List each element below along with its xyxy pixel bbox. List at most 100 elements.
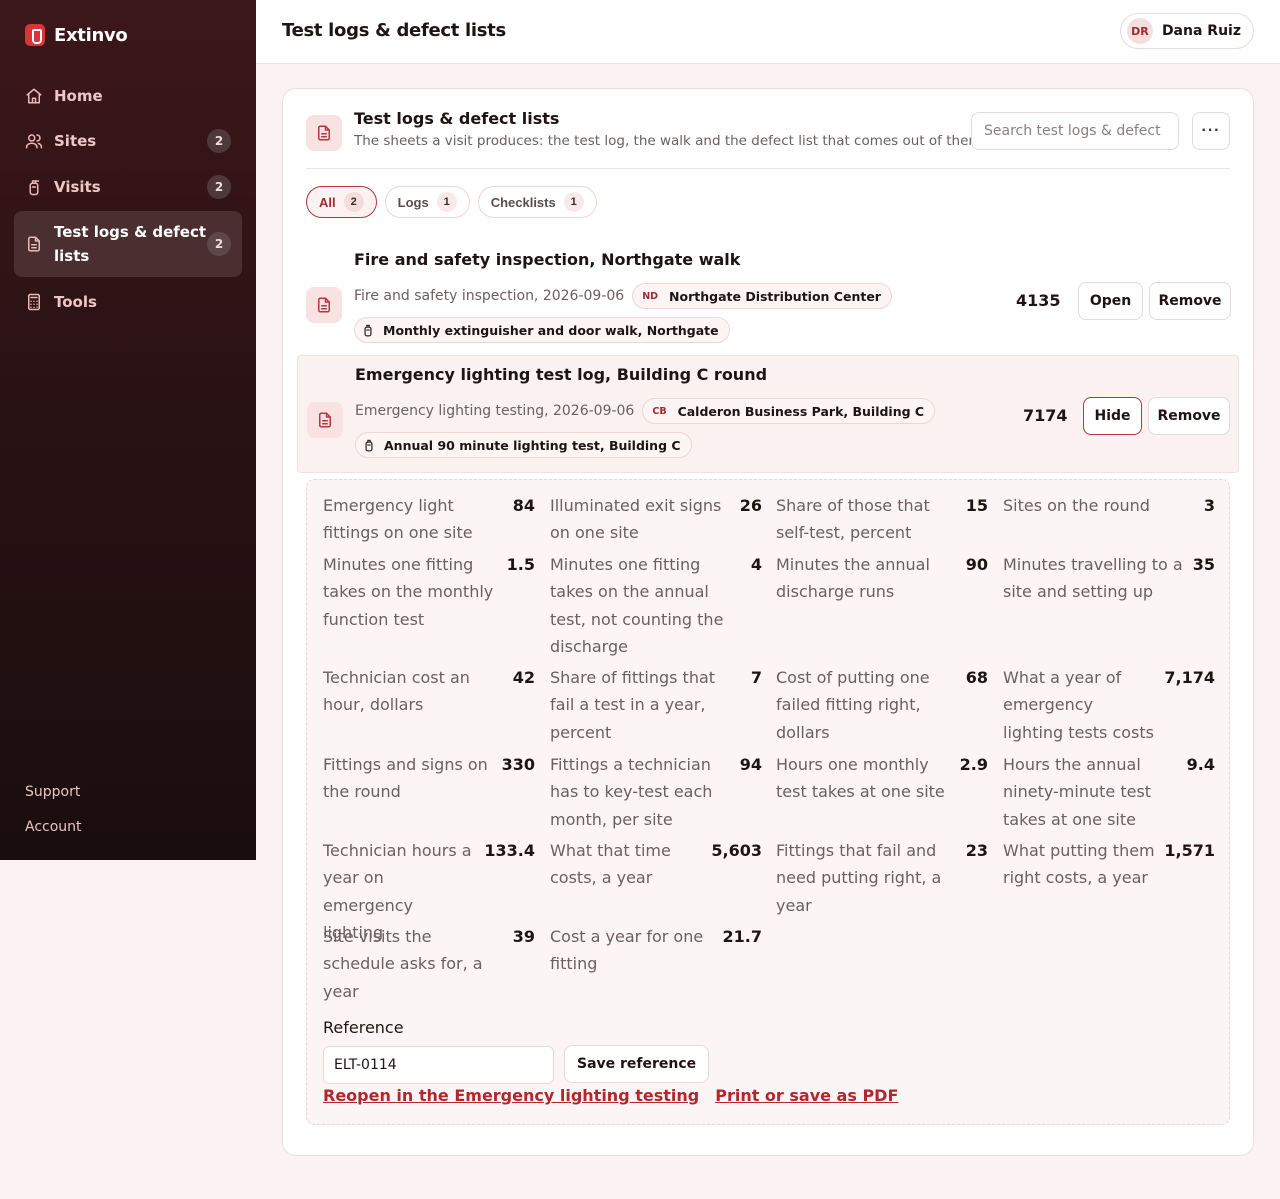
card-header: Test logs & defect lists The sheets a vi…	[306, 109, 1230, 169]
metric-value: 15	[965, 496, 988, 515]
item-number: 4135	[1016, 291, 1061, 310]
search-input[interactable]	[971, 112, 1179, 150]
remove-button[interactable]: Remove	[1149, 282, 1231, 320]
metric-label: What that time costs, a year	[550, 841, 671, 888]
support-link[interactable]: Support	[25, 784, 80, 800]
metric-label: Illuminated exit signs on one site	[550, 496, 722, 543]
metric-label: Share of those that self-test, percent	[776, 496, 930, 543]
metric: Fittings a technician has to key-test ea…	[550, 751, 762, 833]
sidebar-item-badge: 2	[207, 129, 231, 153]
avatar: DR	[1126, 18, 1153, 44]
metric: Fittings that fail and need putting righ…	[776, 837, 988, 919]
page-title: Test logs & defect lists	[282, 20, 506, 41]
site-abbr: CB	[652, 405, 667, 417]
metric: Cost of putting one failed fitting right…	[776, 664, 988, 746]
filter-count: 1	[436, 192, 457, 212]
reopen-link[interactable]: Reopen in the Emergency lighting testing	[323, 1086, 699, 1105]
sidebar-item-test-logs[interactable]: Test logs & defect lists 2	[14, 211, 242, 277]
home-icon	[26, 88, 42, 104]
metric: Fittings and signs on the round 330	[323, 751, 535, 806]
filter-checklists[interactable]: Checklists 1	[477, 186, 597, 218]
extinguisher-icon	[364, 324, 372, 337]
topbar: Test logs & defect lists DR Dana Ruiz	[256, 0, 1280, 64]
metric-label: Minutes one fitting takes on the annual …	[550, 555, 724, 656]
metric: Share of fittings that fail a test in a …	[550, 664, 762, 746]
sidebar-item-sites[interactable]: Sites 2	[14, 127, 242, 155]
metric-label: Cost of putting one failed fitting right…	[776, 668, 930, 742]
metric-value: 330	[501, 755, 535, 774]
metric-label: Fittings that fail and need putting righ…	[776, 841, 942, 915]
metric: Minutes one fitting takes on the monthly…	[323, 551, 535, 633]
item-meta-text: Emergency lighting testing, 2026-09-06	[355, 403, 635, 419]
filter-label: All	[319, 194, 336, 210]
calculator-icon	[28, 293, 40, 311]
metric: Site visits the schedule asks for, a yea…	[323, 923, 535, 1005]
metric: Hours one monthly test takes at one site…	[776, 751, 988, 806]
metric-value: 68	[965, 668, 988, 687]
filter-label: Checklists	[490, 194, 556, 210]
metric-label: Minutes the annual discharge runs	[776, 555, 930, 602]
metric-value: 35	[1192, 555, 1215, 574]
card-subtitle: The sheets a visit produces: the test lo…	[354, 133, 986, 149]
metric-label: What putting them right costs, a year	[1003, 841, 1155, 888]
visit-name: Monthly extinguisher and door walk, Nort…	[383, 322, 719, 338]
sidebar-item-badge: 2	[207, 175, 231, 199]
document-icon	[306, 287, 342, 323]
metric: What that time costs, a year 5,603	[550, 837, 762, 892]
list-item: Emergency lighting test log, Building C …	[297, 355, 1239, 473]
metric-value: 90	[965, 555, 988, 574]
sidebar-item-tools[interactable]: Tools	[14, 288, 242, 316]
item-meta-text: Fire and safety inspection, 2026-09-06	[354, 288, 625, 304]
user-menu[interactable]: DR Dana Ruiz	[1119, 13, 1254, 49]
filter-all[interactable]: All 2	[306, 186, 377, 218]
item-meta: Emergency lighting testing, 2026-09-06 C…	[355, 398, 936, 424]
remove-button[interactable]: Remove	[1148, 397, 1230, 435]
extinguisher-icon	[365, 439, 373, 452]
document-icon	[28, 236, 40, 252]
save-reference-button[interactable]: Save reference	[564, 1045, 710, 1083]
metric-label: Share of fittings that fail a test in a …	[550, 668, 716, 742]
site-abbr: ND	[642, 290, 659, 302]
metric-value: 5,603	[711, 841, 762, 860]
sidebar-item-badge: 2	[207, 232, 231, 256]
site-tag[interactable]: ND Northgate Distribution Center	[632, 283, 892, 309]
sidebar-item-label: Tools	[54, 293, 97, 311]
reference-input[interactable]	[323, 1046, 554, 1084]
metric: Cost a year for one fitting 21.7	[550, 923, 762, 978]
sidebar-item-visits[interactable]: Visits 2	[14, 173, 242, 201]
brand[interactable]: Extinvo	[25, 24, 128, 46]
card-title: Test logs & defect lists	[354, 109, 560, 128]
metric-value: 1,571	[1164, 841, 1215, 860]
metric-value: 7,174	[1164, 668, 1215, 687]
filter-logs[interactable]: Logs 1	[384, 186, 470, 218]
sidebar-item-home[interactable]: Home	[14, 82, 242, 110]
metric: Technician cost an hour, dollars 42	[323, 664, 535, 719]
filter-label: Logs	[397, 194, 429, 210]
site-tag[interactable]: CB Calderon Business Park, Building C	[642, 398, 936, 424]
metric-value: 84	[512, 496, 535, 515]
metric-label: Fittings a technician has to key-test ea…	[550, 755, 713, 829]
sidebar-item-label: Home	[54, 87, 103, 105]
user-name: Dana Ruiz	[1161, 23, 1241, 39]
metric-value: 7	[750, 668, 762, 687]
visit-tag[interactable]: Annual 90 minute lighting test, Building…	[355, 432, 692, 458]
sidebar: Extinvo Home Sites 2 Visits 2 Test logs …	[0, 0, 256, 860]
visit-tag[interactable]: Monthly extinguisher and door walk, Nort…	[354, 317, 730, 343]
open-button[interactable]: Open	[1078, 282, 1143, 320]
item-title: Emergency lighting test log, Building C …	[355, 365, 768, 384]
hide-details-button[interactable]: Hide	[1083, 397, 1142, 435]
metric: Minutes travelling to a site and setting…	[1003, 551, 1215, 606]
document-icon	[306, 115, 342, 151]
metric-label: Fittings and signs on the round	[323, 755, 488, 802]
metric-value: 26	[739, 496, 762, 515]
metric-value: 3	[1203, 496, 1215, 515]
metric: Share of those that self-test, percent 15	[776, 492, 988, 547]
print-pdf-link[interactable]: Print or save as PDF	[715, 1086, 898, 1105]
reference-label: Reference	[323, 1018, 404, 1037]
filter-count: 1	[563, 192, 584, 212]
reference-links: Reopen in the Emergency lighting testing…	[323, 1086, 898, 1105]
account-link[interactable]: Account	[25, 819, 82, 835]
metric: Minutes the annual discharge runs 90	[776, 551, 988, 606]
metric: Illuminated exit signs on one site 26	[550, 492, 762, 547]
more-options-button[interactable]: ···	[1192, 112, 1230, 150]
